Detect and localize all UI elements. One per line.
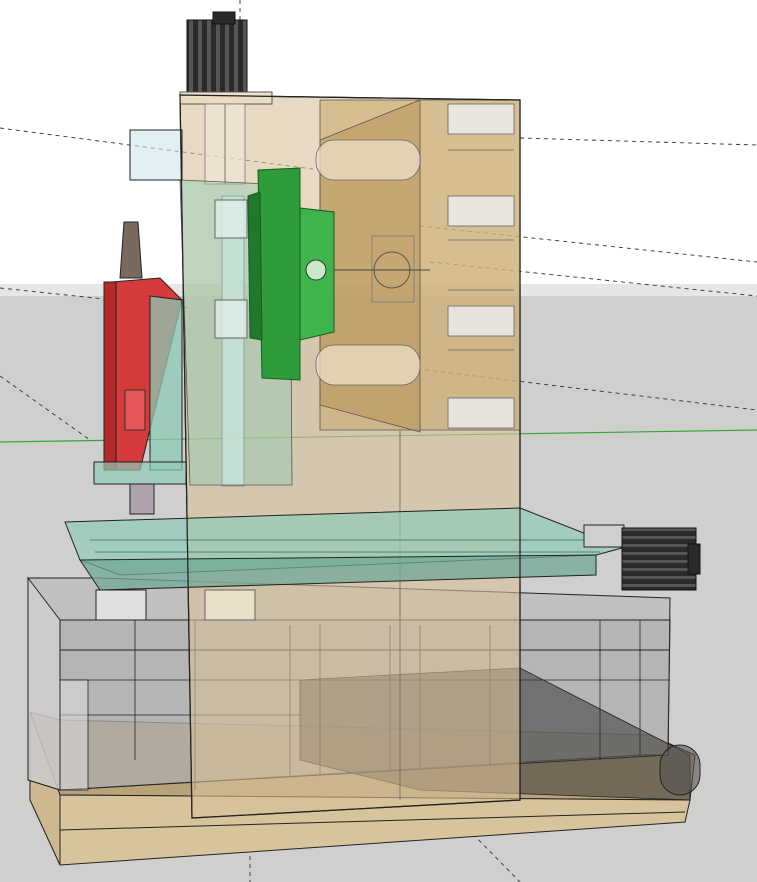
model-scene[interactable]: [0, 0, 757, 882]
z-leadscrew: [204, 103, 246, 185]
3d-viewport[interactable]: [0, 0, 757, 882]
